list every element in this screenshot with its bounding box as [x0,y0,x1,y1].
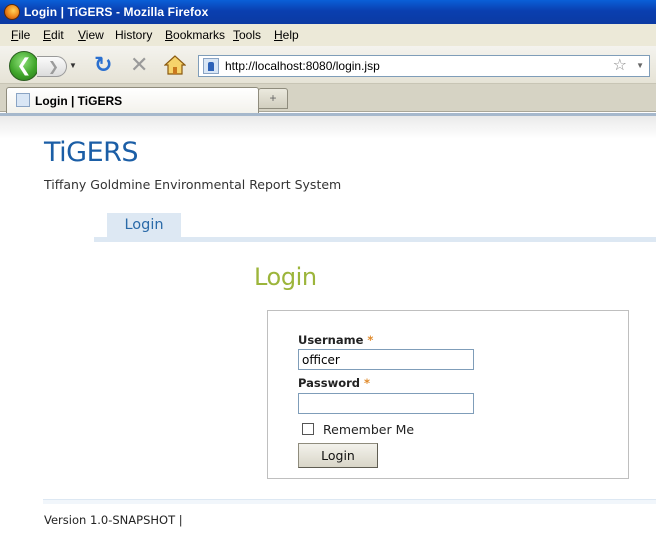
menu-help-accel: H [274,28,283,42]
remember-me-label[interactable]: Remember Me [323,422,414,437]
tab-login-tigers[interactable]: Login | TiGERS [6,87,259,113]
menu-view-accel: V [78,28,86,42]
footer-version: Version 1.0-SNAPSHOT | [44,513,183,527]
forward-button[interactable]: ❯ [37,56,67,77]
footer-divider-shade [43,500,656,504]
forward-arrow-icon: ❯ [48,59,59,74]
remember-me-checkbox[interactable] [302,423,314,435]
login-button[interactable]: Login [298,443,378,468]
firefox-icon [4,4,20,20]
nav-divider [94,237,656,242]
menu-file-label: ile [18,28,31,42]
window-titlebar: Login | TiGERS - Mozilla Firefox [0,0,656,24]
page-content: TiGERS Tiffany Goldmine Environmental Re… [0,113,656,544]
brand-title[interactable]: TiGERS [44,137,139,168]
menu-view[interactable]: View [78,28,104,42]
brand-subtitle: Tiffany Goldmine Environmental Report Sy… [44,177,342,192]
page-title: Login [254,263,317,291]
menu-history-accel: H [115,28,124,42]
required-marker: * [367,333,374,347]
menubar: File Edit View History Bookmarks Tools H… [0,24,656,46]
menu-tools-label: ools [239,28,262,42]
menu-help[interactable]: Help [274,28,299,42]
back-arrow-icon: ❮ [16,55,32,75]
menu-history-label: istory [123,28,153,42]
password-field[interactable] [298,393,474,414]
window-title: Login | TiGERS - Mozilla Firefox [24,5,209,19]
url-bar[interactable]: ☆ ▼ [198,55,650,77]
tab-favicon-icon [16,93,30,107]
back-button[interactable]: ❮ [9,51,39,81]
password-label: Password * [298,376,370,390]
nav-tab-login[interactable]: Login [107,213,181,238]
tab-label: Login | TiGERS [35,94,123,108]
tab-strip: Login | TiGERS + [0,84,656,113]
menu-edit-label: dit [51,28,64,42]
home-button[interactable] [163,55,187,75]
reload-button[interactable]: ↻ [94,54,112,76]
navigation-toolbar: ❮ ❯ ▼ ↻ ✕ ☆ ▼ [0,46,656,84]
history-dropdown-icon[interactable]: ▼ [69,61,77,70]
menu-help-label: elp [282,28,299,42]
menu-bookmarks-label: ookmarks [173,28,226,42]
page-header-band [0,113,656,139]
username-label: Username * [298,333,373,347]
bookmark-star-icon[interactable]: ☆ [613,56,627,76]
menu-bookmarks[interactable]: Bookmarks [165,28,225,42]
url-input[interactable] [225,58,605,74]
stop-button[interactable]: ✕ [130,54,148,76]
site-favicon-icon [203,58,219,74]
menu-history[interactable]: History [115,28,152,42]
menu-file[interactable]: File [11,28,30,42]
menu-view-label: iew [85,28,104,42]
url-dropdown-icon[interactable]: ▼ [636,58,644,74]
page-top-divider [0,113,656,116]
home-icon [163,55,187,75]
menu-edit[interactable]: Edit [43,28,64,42]
menu-edit-accel: E [43,28,52,42]
menu-tools[interactable]: Tools [233,28,261,42]
new-tab-button[interactable]: + [258,88,288,109]
required-marker: * [364,376,371,390]
plus-icon: + [269,91,277,105]
username-field[interactable] [298,349,474,370]
password-label-text: Password [298,376,360,390]
menu-bookmarks-accel: B [165,28,174,42]
login-form: Username * Password * Remember Me Login [267,310,629,479]
username-label-text: Username [298,333,364,347]
